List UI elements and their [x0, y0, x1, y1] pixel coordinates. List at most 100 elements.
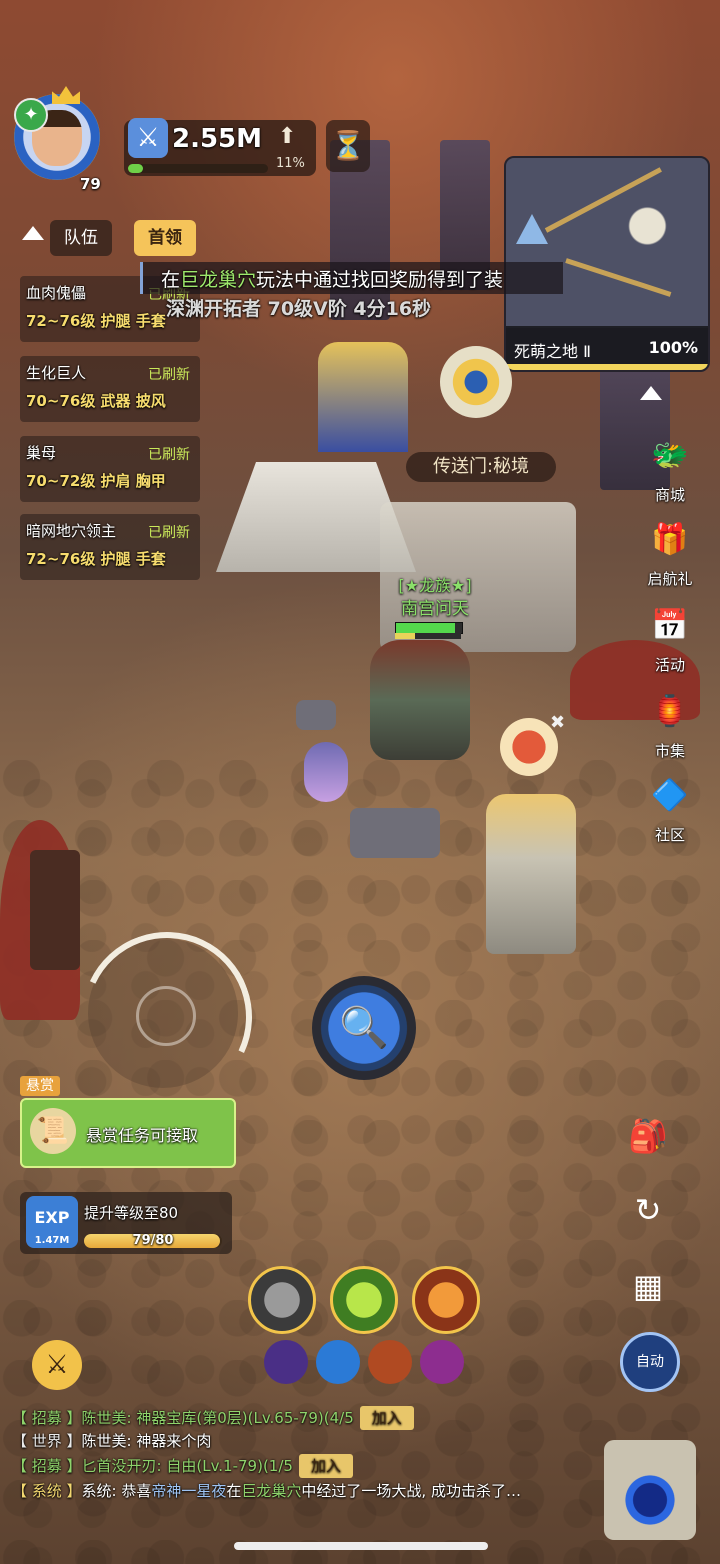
tab-boss[interactable]: 首领	[134, 220, 196, 256]
skill-ghost-icon[interactable]	[248, 1266, 316, 1334]
bounty-tag: 悬赏	[20, 1076, 60, 1096]
power-value: 2.55M	[172, 124, 263, 154]
menu-activity[interactable]: 📅 活动	[634, 598, 706, 675]
menu-community[interactable]: 🔷 社区	[634, 768, 706, 845]
winged-statue	[486, 794, 576, 954]
auto-button[interactable]: 自动	[620, 1332, 680, 1392]
boss-item[interactable]: 巢母 已刷新 70~72级 护肩 胸甲	[20, 436, 200, 502]
player-mp-bar	[395, 633, 461, 639]
dungeon-portal-icon[interactable]	[604, 1440, 696, 1540]
announcement-highlight: 巨龙巢穴	[180, 269, 257, 291]
minimap-terrain	[506, 158, 708, 328]
chat-channel: 【 世界 】	[12, 1432, 82, 1450]
menu-label: 市集	[654, 742, 685, 760]
search-icon: 🔍	[339, 1005, 389, 1051]
chat-text: 系统: 恭喜	[81, 1482, 152, 1500]
boss-info: 72~76级 护腿 手套	[26, 550, 166, 568]
level-quest-card[interactable]: EXP 1.47M 提升等级至80 79/80	[20, 1192, 232, 1254]
join-button[interactable]: 加入	[298, 1454, 353, 1478]
close-icon[interactable]: ✖	[550, 712, 565, 733]
minimap-footer: 死萌之地 Ⅱ 100%	[506, 326, 708, 370]
gift-icon: 🎁	[651, 522, 689, 557]
portal-label[interactable]: 传送门:秘境	[406, 452, 556, 482]
exp-label: EXP	[34, 1208, 70, 1227]
search-button[interactable]: 🔍	[312, 976, 416, 1080]
chat-player-name: 帝神一星夜	[151, 1482, 227, 1500]
golden-throne	[318, 342, 408, 452]
boss-item[interactable]: 生化巨人 已刷新 70~76级 武器 披风	[20, 356, 200, 422]
refresh-icon[interactable]: ↻	[622, 1184, 674, 1236]
chat-line[interactable]: 【 招募 】陈世美: 神器宝库(第0层)(Lv.65-79)(4/5 加入	[12, 1406, 414, 1430]
boss-info: 72~76级 护腿 手套	[26, 312, 166, 330]
exp-icon: EXP 1.47M	[26, 1196, 78, 1248]
power-progress-fill	[128, 164, 144, 173]
exp-amount: 1.47M	[34, 1235, 70, 1246]
market-icon: 🏮	[651, 694, 689, 729]
skill-claw-icon[interactable]	[264, 1340, 308, 1384]
sword-icon: ⚔	[128, 118, 168, 158]
home-indicator[interactable]	[234, 1542, 488, 1550]
community-icon: 🔷	[651, 778, 689, 813]
menu-shop[interactable]: 🐲 商城	[634, 428, 706, 505]
backpack-icon[interactable]: 🎒	[622, 1110, 674, 1162]
join-button[interactable]: 加入	[359, 1406, 414, 1430]
rock	[296, 700, 336, 730]
boss-status: 已刷新	[148, 447, 190, 463]
skill-vortex-icon[interactable]	[316, 1340, 360, 1384]
menu-market[interactable]: 🏮 市集	[634, 684, 706, 761]
portal-eye-icon[interactable]	[440, 346, 512, 418]
chat-place: 巨龙巢穴	[241, 1482, 302, 1500]
minimap-path	[544, 167, 662, 233]
grid-menu-icon[interactable]: ▦	[622, 1260, 674, 1312]
menu-label: 社区	[654, 826, 685, 844]
chat-channel: 【 招募 】	[12, 1457, 82, 1475]
boss-name: 巢母	[26, 444, 57, 462]
bounty-text: 悬赏任务可接取	[86, 1126, 199, 1145]
chat-text: 陈世美: 神器来个肉	[81, 1432, 212, 1450]
minimap-marker-icon	[516, 214, 548, 244]
boss-info: 70~72级 护肩 胸甲	[26, 472, 166, 490]
hourglass-icon[interactable]: ⏳	[326, 120, 370, 172]
boss-name: 暗网地穴领主	[26, 522, 117, 540]
chat-line[interactable]: 【 系统 】系统: 恭喜帝神一星夜在巨龙巢穴中经过了一场大战, 成功击杀了…	[12, 1480, 521, 1501]
joystick-knob[interactable]	[136, 986, 196, 1046]
boss-item[interactable]: 暗网地穴领主 已刷新 72~76级 护腿 手套	[20, 514, 200, 580]
menu-label: 活动	[654, 656, 685, 674]
battle-icon[interactable]: ⚔	[32, 1340, 82, 1390]
tab-team[interactable]: 队伍	[50, 220, 112, 256]
chat-text: 陈世美: 神器宝库(第0层)(Lv.65-79)(4/5	[81, 1409, 354, 1427]
power-progress-bar	[128, 164, 268, 173]
collapse-menu-arrow-icon[interactable]	[640, 386, 662, 400]
map-name: 死萌之地 Ⅱ	[514, 342, 591, 361]
boss-name: 生化巨人	[26, 364, 87, 382]
chat-line[interactable]: 【 世界 】陈世美: 神器来个肉	[12, 1430, 211, 1451]
collapse-arrow-icon[interactable]	[22, 226, 44, 240]
skill-arrow-icon[interactable]	[420, 1340, 464, 1384]
announcement-suffix: 玩法中通过找回奖励得到了装	[256, 269, 504, 291]
boss-info: 70~76级 武器 披风	[26, 392, 166, 410]
chat-channel: 【 招募 】	[12, 1409, 82, 1427]
player-mp-fill	[395, 633, 415, 639]
minimap-path	[565, 258, 672, 297]
announcement-prefix: 在	[161, 269, 181, 291]
skill-fire-icon[interactable]	[412, 1266, 480, 1334]
chat-line[interactable]: 【 招募 】匕首没开刃: 自由(Lv.1-79)(1/5 加入	[12, 1454, 353, 1478]
map-progress-bar	[506, 364, 708, 370]
player-level: 79	[80, 175, 101, 193]
virtual-joystick[interactable]	[58, 908, 276, 1126]
rock	[350, 808, 440, 858]
menu-voyage-gift[interactable]: 🎁 启航礼	[634, 512, 706, 589]
skill-nature-icon[interactable]	[330, 1266, 398, 1334]
chat-text: 在	[226, 1482, 242, 1500]
scroll-icon: 📜	[30, 1108, 76, 1154]
map-progress-text: 100%	[648, 338, 698, 357]
bounty-quest-card[interactable]: 📜 悬赏任务可接取	[20, 1098, 236, 1168]
level-progress-text: 79/80	[132, 1233, 174, 1248]
boss-status: 已刷新	[148, 525, 190, 541]
arrow-up-icon[interactable]: ⬆	[278, 124, 296, 149]
level-quest-text: 提升等级至80	[84, 1204, 179, 1222]
menu-label: 启航礼	[647, 570, 693, 588]
skill-slash-icon[interactable]	[368, 1340, 412, 1384]
player-character[interactable]	[370, 640, 470, 760]
player-guild-tag: [★龙族★]	[398, 576, 472, 595]
